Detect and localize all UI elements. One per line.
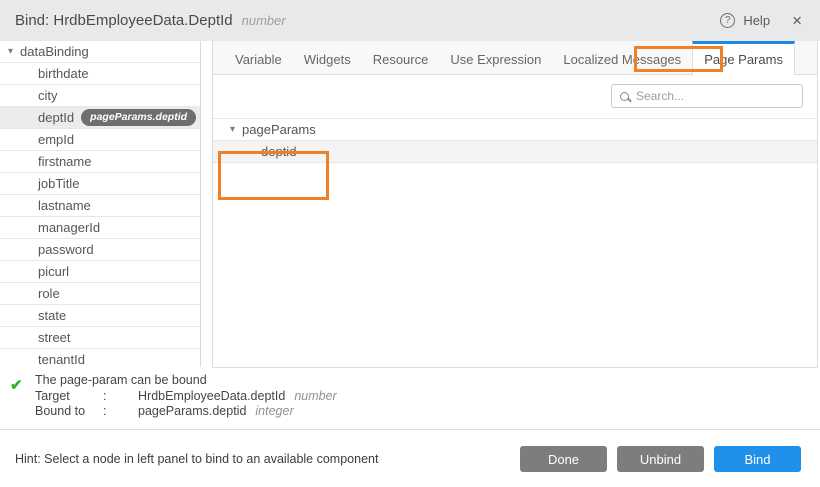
tree-item-label: deptid	[261, 144, 296, 159]
search-icon	[620, 92, 629, 101]
tree-item-label: birthdate	[38, 66, 89, 81]
bind-button[interactable]: Bind	[714, 446, 801, 472]
tree-item-label: managerId	[38, 220, 100, 235]
tab-variable[interactable]: Variable	[224, 41, 293, 74]
tree-item-firstname[interactable]: firstname	[0, 151, 200, 173]
tab-use-expression[interactable]: Use Expression	[439, 41, 552, 74]
binding-status: ✔ The page-param can be bound Target : H…	[0, 373, 820, 420]
databinding-tree: ▾ dataBinding birthdate city deptId page…	[0, 41, 201, 367]
close-icon[interactable]: ×	[792, 12, 802, 29]
tree-item-role[interactable]: role	[0, 283, 200, 305]
tree-item-label: firstname	[38, 154, 91, 169]
dialog-title: Bind: HrdbEmployeeData.DeptId	[15, 12, 233, 29]
tree-item-label: password	[38, 242, 94, 257]
search-box[interactable]	[611, 84, 803, 108]
status-target-row: Target : HrdbEmployeeData.deptId number	[35, 389, 820, 405]
binding-tabs: Variable Widgets Resource Use Expression…	[213, 41, 817, 75]
tree-item-label: dataBinding	[20, 44, 89, 59]
tab-widgets[interactable]: Widgets	[293, 41, 362, 74]
chevron-down-icon[interactable]: ▾	[8, 47, 13, 57]
tree-item-label: city	[38, 88, 58, 103]
status-target-label: Target	[35, 389, 103, 405]
dialog-header: Bind: HrdbEmployeeData.DeptId number ? H…	[0, 0, 820, 41]
tree-item-databinding[interactable]: ▾ dataBinding	[0, 41, 200, 63]
tree-item-label: lastname	[38, 198, 91, 213]
unbind-button[interactable]: Unbind	[617, 446, 704, 472]
status-separator: :	[103, 389, 138, 405]
tree-item-label: pageParams	[242, 122, 316, 137]
tree-item-picurl[interactable]: picurl	[0, 261, 200, 283]
tab-localized-messages[interactable]: Localized Messages	[552, 41, 692, 74]
page-params-content: ▾ pageParams deptid	[213, 75, 817, 367]
tree-item-label: tenantId	[38, 352, 85, 367]
tree-item-label: deptId	[38, 110, 74, 125]
tree-item-city[interactable]: city	[0, 85, 200, 107]
tree-item-label: empId	[38, 132, 74, 147]
done-button[interactable]: Done	[520, 446, 607, 472]
status-boundto-label: Bound to	[35, 404, 103, 420]
status-separator: :	[103, 404, 138, 420]
status-target-type: number	[294, 389, 336, 405]
tree-item-birthdate[interactable]: birthdate	[0, 63, 200, 85]
bind-dialog: Bind: HrdbEmployeeData.DeptId number ? H…	[0, 0, 820, 487]
status-lines: The page-param can be bound Target : Hrd…	[35, 373, 820, 420]
tree-item-lastname[interactable]: lastname	[0, 195, 200, 217]
dialog-title-type: number	[242, 13, 286, 28]
tree-item-pageparams-deptid[interactable]: deptid	[213, 141, 817, 163]
search-input[interactable]	[636, 89, 786, 103]
tree-item-tenantid[interactable]: tenantId	[0, 349, 200, 367]
status-boundto-row: Bound to : pageParams.deptid integer	[35, 404, 820, 420]
status-boundto-value: pageParams.deptid	[138, 404, 246, 420]
tree-item-label: state	[38, 308, 66, 323]
tab-resource[interactable]: Resource	[362, 41, 440, 74]
tree-item-empid[interactable]: empId	[0, 129, 200, 151]
tree-item-street[interactable]: street	[0, 327, 200, 349]
footer-divider	[0, 429, 820, 430]
binding-badge: pageParams.deptid	[81, 109, 196, 126]
status-message: The page-param can be bound	[35, 373, 820, 389]
tree-item-password[interactable]: password	[0, 239, 200, 261]
success-check-icon: ✔	[10, 376, 23, 394]
tree-item-label: picurl	[38, 264, 69, 279]
tree-item-pageparams[interactable]: ▾ pageParams	[213, 118, 817, 141]
page-params-tree: ▾ pageParams deptid	[213, 118, 817, 163]
tab-page-params[interactable]: Page Params	[692, 41, 795, 75]
footer-buttons: Done Unbind Bind	[520, 446, 801, 472]
tree-item-label: jobTitle	[38, 176, 79, 191]
hint-text: Hint: Select a node in left panel to bin…	[15, 452, 378, 466]
tree-item-managerid[interactable]: managerId	[0, 217, 200, 239]
binding-panel: Variable Widgets Resource Use Expression…	[212, 41, 818, 368]
header-actions: ? Help ×	[720, 12, 802, 29]
status-boundto-type: integer	[255, 404, 293, 420]
tree-item-jobtitle[interactable]: jobTitle	[0, 173, 200, 195]
help-button[interactable]: Help	[743, 13, 770, 28]
status-target-value: HrdbEmployeeData.deptId	[138, 389, 285, 405]
help-icon[interactable]: ?	[720, 13, 735, 28]
tree-item-deptid[interactable]: deptId pageParams.deptid	[0, 107, 200, 129]
chevron-down-icon[interactable]: ▾	[230, 125, 235, 135]
tree-item-label: role	[38, 286, 60, 301]
tree-item-state[interactable]: state	[0, 305, 200, 327]
tree-item-label: street	[38, 330, 71, 345]
